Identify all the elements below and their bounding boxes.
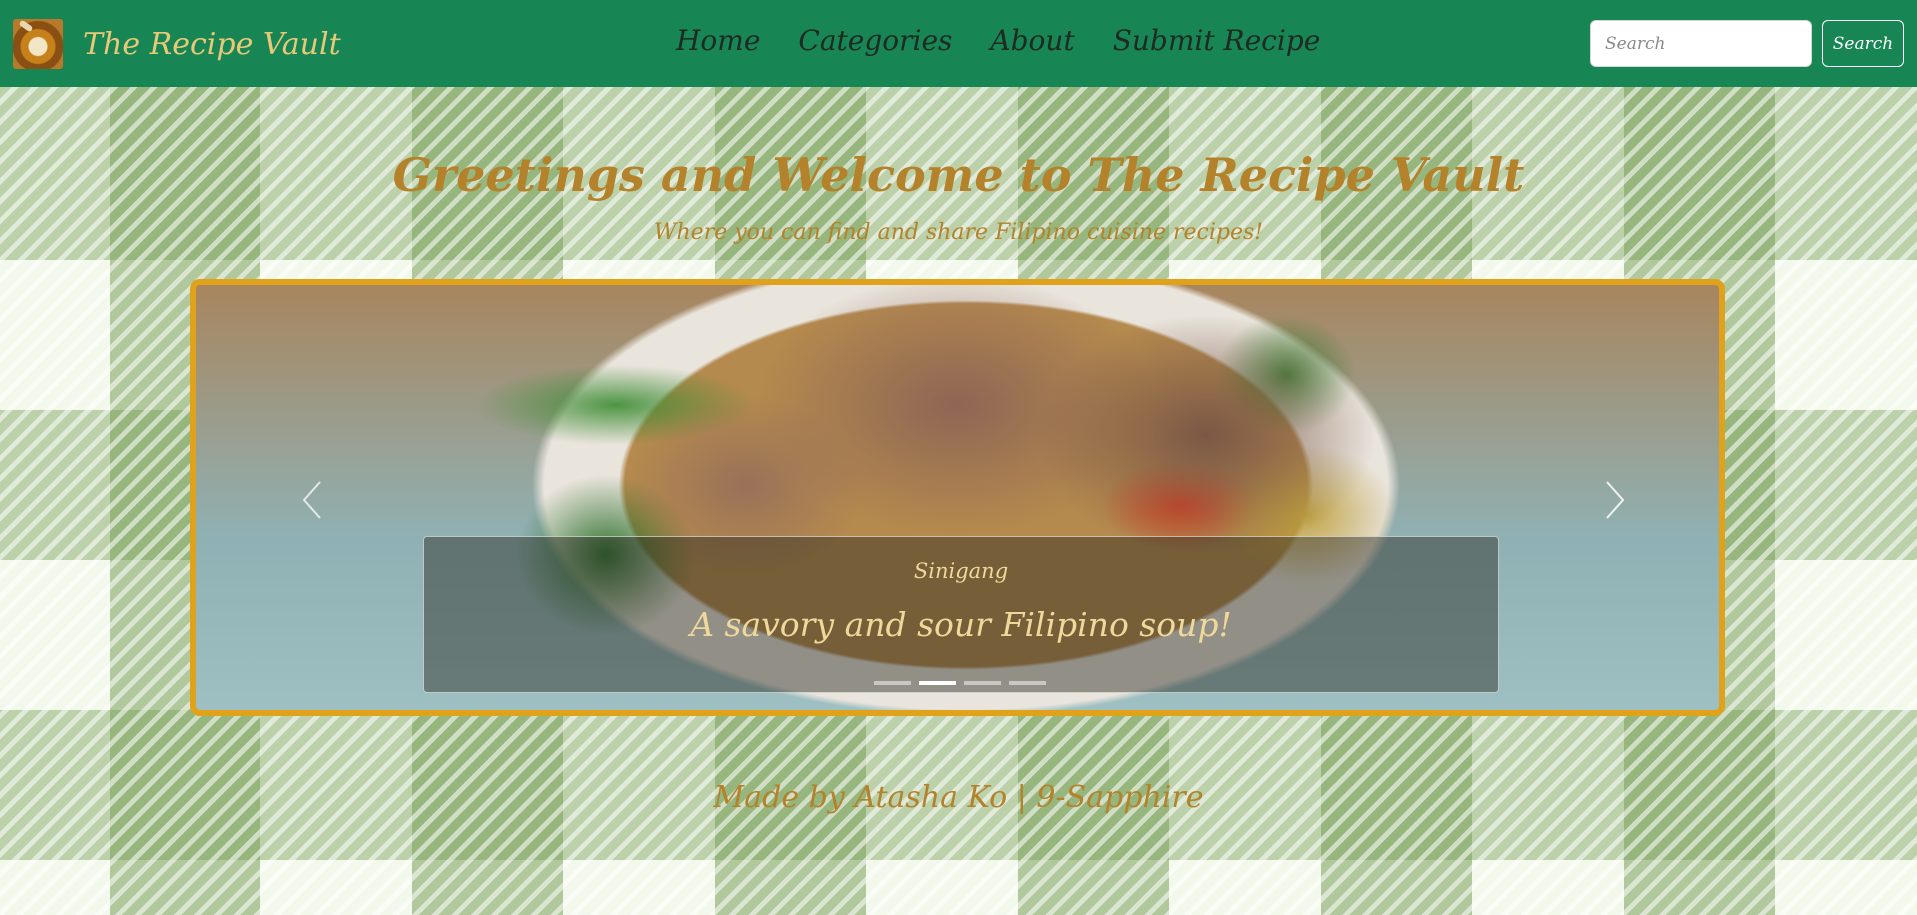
- navbar: The Recipe Vault Home Categories About S…: [0, 0, 1917, 87]
- nav-link-about[interactable]: About: [990, 24, 1074, 57]
- page-title: Greetings and Welcome to The Recipe Vaul…: [392, 148, 1525, 202]
- brand[interactable]: The Recipe Vault: [13, 19, 341, 69]
- page-subtitle: Where you can find and share Filipino cu…: [653, 220, 1264, 245]
- carousel-indicator-1[interactable]: [874, 681, 911, 685]
- cooking-pot-icon: [13, 19, 63, 69]
- footer-credit: Made by Atasha Ko | 9-Sapphire: [713, 780, 1204, 815]
- chevron-right-icon: [1606, 481, 1625, 519]
- nav-link-categories[interactable]: Categories: [798, 24, 952, 57]
- recipe-carousel: Sinigang A savory and sour Filipino soup…: [190, 279, 1725, 716]
- search-input[interactable]: [1590, 20, 1812, 67]
- carousel-indicator-2[interactable]: [919, 681, 956, 685]
- search-button[interactable]: Search: [1822, 20, 1904, 67]
- carousel-caption: Sinigang A savory and sour Filipino soup…: [423, 536, 1499, 693]
- carousel-indicator-4[interactable]: [1009, 681, 1046, 685]
- slide-text: A savory and sour Filipino soup!: [690, 605, 1232, 644]
- carousel-indicator-3[interactable]: [964, 681, 1001, 685]
- nav-link-submit-recipe[interactable]: Submit Recipe: [1113, 24, 1321, 57]
- nav-link-home[interactable]: Home: [676, 24, 760, 57]
- brand-name[interactable]: The Recipe Vault: [83, 27, 341, 62]
- nav-links: Home Categories About Submit Recipe: [676, 24, 1320, 57]
- slide-title: Sinigang: [913, 559, 1009, 583]
- carousel-next-button[interactable]: [1595, 470, 1635, 530]
- carousel-indicators: [874, 681, 1046, 685]
- carousel-prev-button[interactable]: [292, 470, 332, 530]
- chevron-left-icon: [302, 481, 321, 519]
